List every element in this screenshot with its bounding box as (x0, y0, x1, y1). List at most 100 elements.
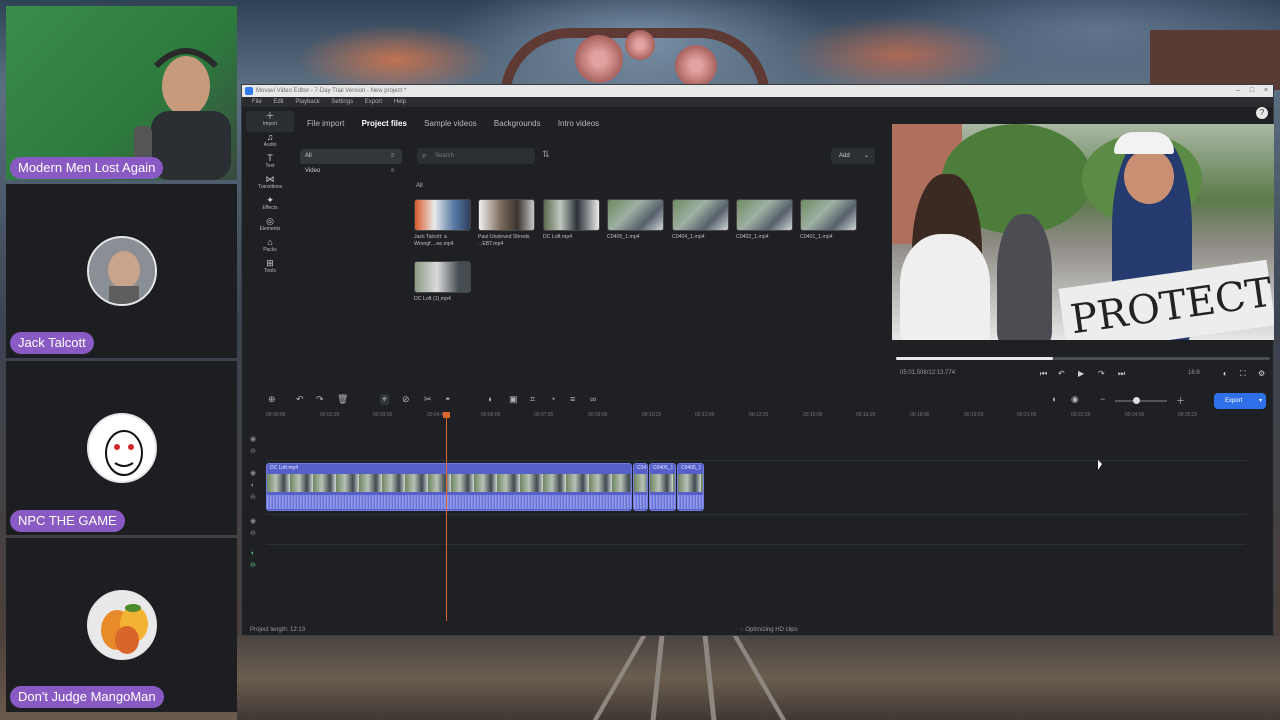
tab-sample-videos[interactable]: Sample videos (424, 119, 476, 128)
tool-text[interactable]: T Text (246, 153, 294, 174)
tool-transitions[interactable]: ⋈ Transitions (246, 174, 294, 195)
track-lock-icon[interactable]: ⊖ (250, 492, 256, 503)
media-item[interactable]: Jack Talcott: a Wrongf....ee.mp4 (414, 199, 471, 248)
skip-forward-icon[interactable]: ⏭ (1118, 369, 1125, 379)
sort-icon[interactable]: ⇅ (542, 149, 550, 160)
music-note-icon: ♫ (266, 132, 274, 142)
tool-packs[interactable]: ⌂ Packs (246, 237, 294, 258)
settings-icon[interactable]: ⚙ (1258, 369, 1265, 378)
media-item[interactable]: C0404_1.mp4 (672, 199, 729, 241)
tool-import[interactable]: ＋ Import (246, 111, 294, 132)
tab-intro-videos[interactable]: Intro videos (558, 119, 599, 128)
zoom-out-icon[interactable]: − (1100, 394, 1105, 404)
video-editor-window: Movavi Video Editor - 7-Day Trial Versio… (241, 84, 1274, 636)
text-icon: T (267, 153, 273, 163)
meter-mark: - (1246, 530, 1248, 535)
track-lock-icon[interactable]: ⊖ (250, 446, 256, 457)
add-button[interactable]: Add ⌄ (831, 148, 875, 164)
overlay-icon[interactable]: ▣ (509, 394, 518, 405)
filter-all[interactable]: All 8 (300, 149, 402, 164)
person (997, 214, 1052, 340)
track-lock-icon[interactable]: ⊖ (250, 528, 256, 539)
track-visibility-icon[interactable]: ◉ (250, 434, 256, 445)
tab-project-files[interactable]: Project files (362, 119, 407, 128)
play-icon[interactable]: ▶ (1078, 369, 1084, 378)
menu-settings[interactable]: Settings (331, 99, 353, 105)
clip-waveform (678, 495, 703, 509)
help-icon[interactable]: ? (1256, 107, 1268, 119)
delete-icon[interactable]: 🗑 (337, 394, 348, 405)
timeline-clip[interactable]: C04 (633, 463, 648, 511)
ruler-tick: 00:15:00 (803, 412, 823, 418)
tab-file-import[interactable]: File import (307, 119, 344, 128)
media-item[interactable]: C0401_1.mp4 (800, 199, 857, 241)
aspect-ratio[interactable]: 16:9 (1188, 370, 1200, 376)
menu-help[interactable]: Help (394, 99, 406, 105)
menu-export[interactable]: Export (365, 99, 382, 105)
tab-backgrounds[interactable]: Backgrounds (494, 119, 541, 128)
tool-tools[interactable]: ⊞ Tools (246, 258, 294, 279)
meter-mark: - (1246, 550, 1248, 555)
add-track-icon[interactable]: ⊕ (268, 394, 276, 405)
select-tool-icon[interactable]: ⌖ (380, 394, 390, 405)
track-lock-icon[interactable]: ⊖ (250, 560, 256, 571)
close-icon[interactable]: × (1259, 85, 1273, 97)
track-mute-icon[interactable]: ◖ (250, 480, 254, 491)
preview-scrubber[interactable] (896, 357, 1270, 360)
tool-effects[interactable]: ✦ Effects (246, 195, 294, 216)
fullscreen-icon[interactable]: ⛶ (1240, 369, 1246, 379)
track-visibility-icon[interactable]: ◉ (250, 468, 256, 479)
crop-icon[interactable]: ⌗ (530, 394, 535, 405)
export-button[interactable]: Export ▾ (1214, 393, 1266, 409)
snap-icon[interactable]: ◉ (1071, 394, 1079, 405)
media-item[interactable]: Paul Unsleved Shreds ...EBT.mp4 (478, 199, 535, 248)
webcam-name-2: Jack Talcott (10, 332, 94, 354)
zoom-slider-handle[interactable] (1133, 397, 1140, 404)
adjust-icon[interactable]: ≡ (570, 394, 575, 404)
menu-edit[interactable]: Edit (273, 99, 283, 105)
track-audio-icon[interactable]: ◖ (250, 548, 254, 559)
speed-icon[interactable]: ◔ (550, 394, 555, 404)
media-item[interactable]: C0405_1.mp4 (607, 199, 664, 241)
media-item[interactable]: DC Loft (1).mp4 (414, 261, 471, 303)
color-icon[interactable]: ◐ (488, 394, 493, 404)
preview-video[interactable]: PROTECT (892, 124, 1274, 340)
tool-audio[interactable]: ♫ Audio (246, 132, 294, 153)
playhead[interactable] (446, 415, 447, 621)
media-item[interactable]: DC Loft.mp4 (543, 199, 600, 241)
forward-icon[interactable]: ↷ (1098, 369, 1105, 378)
timeline-clip[interactable]: C0405_1 (677, 463, 704, 511)
tools-icon: ⊞ (266, 258, 274, 268)
timeline-clip[interactable]: C0405_1 (649, 463, 676, 511)
mango-image (89, 592, 155, 658)
clip-waveform (634, 495, 647, 509)
track-visibility-icon[interactable]: ◉ (250, 516, 256, 527)
filter-video[interactable]: Video 8 (300, 164, 402, 179)
clip-frames (650, 474, 675, 492)
skip-back-icon[interactable]: ⏮ (1040, 369, 1047, 379)
ripple-icon[interactable]: ⊘ (402, 394, 410, 405)
optimizing-status: ◌ Optimizing HD clips (740, 627, 798, 633)
split-icon[interactable]: ✂ (424, 394, 432, 405)
playhead-handle[interactable] (443, 412, 450, 418)
audio-mix-icon[interactable]: ◖ (1051, 394, 1056, 404)
marker-icon[interactable]: ◓ (445, 394, 450, 404)
zoom-in-icon[interactable]: ＋ (1176, 394, 1185, 407)
menu-playback[interactable]: Playback (295, 99, 319, 105)
tool-label: Import (262, 121, 278, 127)
rewind-icon[interactable]: ↶ (1058, 369, 1065, 378)
webcam-column: Modern Men Lost Again Jack Talcott NPC T… (0, 0, 237, 720)
redo-icon[interactable]: ↷ (316, 394, 324, 405)
media-item[interactable]: C0402_1.mp4 (736, 199, 793, 241)
maximize-icon[interactable]: □ (1245, 85, 1259, 97)
zoom-slider[interactable] (1115, 400, 1167, 402)
stabilize-icon[interactable]: ∞ (590, 394, 596, 404)
timeline-clip[interactable]: DC Loft.mp4 (266, 463, 632, 511)
tool-elements[interactable]: ◎ Elements (246, 216, 294, 237)
menu-file[interactable]: File (252, 99, 262, 105)
volume-icon[interactable]: ◖ (1222, 369, 1227, 378)
search-input[interactable]: ⌕ Search (417, 148, 535, 164)
undo-icon[interactable]: ↶ (296, 394, 304, 405)
minimize-icon[interactable]: – (1231, 85, 1245, 97)
ruler-tick: 00:21:00 (1017, 412, 1037, 418)
